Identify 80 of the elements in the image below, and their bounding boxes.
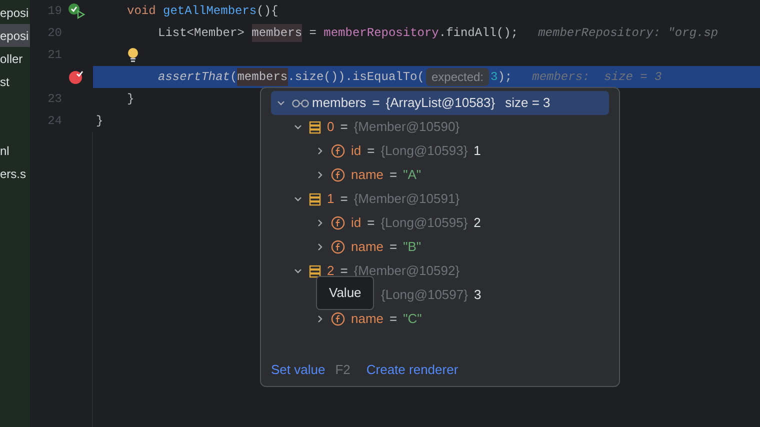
string-value: "C" bbox=[403, 310, 422, 328]
variable-row[interactable]: members = {ArrayList@10583} size = 3 bbox=[271, 91, 609, 115]
chevron-right-icon[interactable] bbox=[315, 218, 325, 228]
type-value: {Long@10595} bbox=[380, 214, 468, 232]
variable-name: id bbox=[351, 214, 362, 232]
tree-item[interactable]: oller bbox=[0, 47, 30, 70]
type-value: {Long@10597} bbox=[381, 286, 468, 304]
variable-name: name bbox=[351, 310, 384, 328]
variable-name: id bbox=[351, 142, 362, 160]
code-token: ); bbox=[498, 69, 512, 86]
tree-item[interactable]: eposi bbox=[0, 1, 30, 24]
field-icon bbox=[331, 216, 345, 230]
type-value: {Member@10591} bbox=[354, 190, 460, 208]
chevron-right-icon[interactable] bbox=[315, 170, 325, 180]
equals-sign: = bbox=[390, 238, 398, 256]
equals-sign: = bbox=[390, 310, 398, 328]
tree-item[interactable]: st bbox=[0, 70, 30, 93]
code-token: assertThat bbox=[158, 69, 230, 86]
variable-name: name bbox=[351, 238, 384, 256]
equals-sign: = bbox=[367, 214, 375, 232]
tree-item[interactable]: nl bbox=[0, 139, 30, 162]
variable-name: members bbox=[312, 94, 366, 112]
array-element-icon bbox=[309, 264, 321, 278]
equals-sign: = bbox=[367, 142, 375, 160]
chevron-right-icon[interactable] bbox=[315, 314, 325, 324]
chevron-down-icon[interactable] bbox=[293, 194, 303, 204]
test-passed-run-icon[interactable] bbox=[68, 3, 86, 19]
code-token: List<Member> bbox=[158, 25, 246, 42]
parameter-hint: expected: bbox=[426, 68, 489, 86]
value-text: 1 bbox=[474, 142, 481, 160]
equals-sign: = bbox=[340, 118, 348, 136]
field-icon bbox=[331, 240, 345, 254]
tree-item[interactable]: ers.s bbox=[0, 162, 30, 185]
action-link[interactable]: Create renderer bbox=[366, 360, 458, 380]
lightbulb-icon[interactable] bbox=[127, 47, 139, 63]
code-token: 3 bbox=[490, 69, 498, 86]
value-text: 2 bbox=[474, 214, 481, 232]
code-token: void bbox=[127, 3, 157, 20]
chevron-down-icon[interactable] bbox=[293, 266, 303, 276]
value-text: 3 bbox=[474, 286, 482, 304]
code-token: (){ bbox=[256, 3, 278, 20]
variable-name: 1 bbox=[327, 190, 334, 208]
type-value: {ArrayList@10583} bbox=[386, 94, 496, 112]
field-icon bbox=[331, 144, 345, 158]
equals-sign: = bbox=[390, 166, 398, 184]
type-value: {Member@10590} bbox=[354, 118, 460, 136]
equals-sign: = bbox=[340, 190, 348, 208]
code-token: = bbox=[308, 25, 318, 42]
shortcut-text: F2 bbox=[335, 361, 350, 380]
chevron-down-icon[interactable] bbox=[276, 98, 286, 108]
code-token: members bbox=[252, 24, 302, 42]
array-element-icon bbox=[309, 120, 321, 134]
variable-name: 0 bbox=[327, 118, 334, 136]
field-icon bbox=[331, 168, 345, 182]
type-value: {Long@10593} bbox=[380, 142, 468, 160]
value-text: size = 3 bbox=[505, 94, 550, 112]
chevron-right-icon[interactable] bbox=[315, 242, 325, 252]
chevron-down-icon[interactable] bbox=[293, 122, 303, 132]
code-token: } bbox=[96, 113, 104, 130]
code-token: members bbox=[237, 68, 288, 86]
code-token: .size()).isEqualTo( bbox=[288, 69, 424, 86]
field-icon bbox=[331, 312, 345, 326]
tooltip: Value bbox=[316, 276, 374, 310]
string-value: "A" bbox=[403, 166, 422, 184]
variable-name: name bbox=[351, 166, 384, 184]
glasses-icon bbox=[292, 98, 309, 108]
code-token: } bbox=[127, 91, 134, 108]
breakpoint-icon[interactable] bbox=[68, 69, 84, 85]
chevron-right-icon[interactable] bbox=[315, 146, 325, 156]
array-element-icon bbox=[309, 192, 321, 206]
inline-value-hint: memberRepository: "org.sp bbox=[538, 25, 718, 42]
action-link[interactable]: Set value bbox=[271, 360, 326, 380]
code-token: ( bbox=[230, 69, 238, 86]
code-token: .findAll(); bbox=[438, 25, 518, 42]
code-token: getAllMembers bbox=[163, 3, 257, 20]
code-token: memberRepository bbox=[324, 25, 439, 42]
inline-value-hint: members: size = 3 bbox=[532, 69, 662, 86]
equals-sign: = bbox=[372, 94, 380, 112]
tree-item[interactable]: eposi bbox=[0, 24, 30, 47]
string-value: "B" bbox=[403, 238, 422, 256]
